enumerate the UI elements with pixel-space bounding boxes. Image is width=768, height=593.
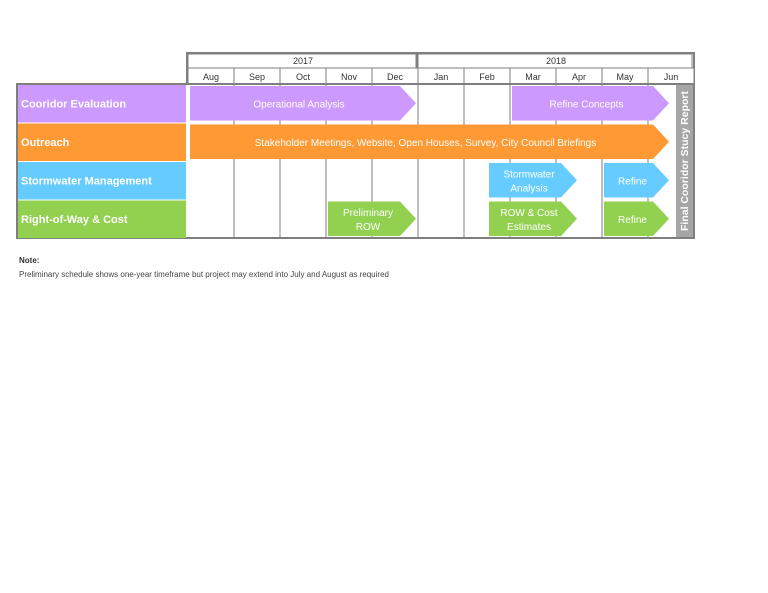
- gantt-chart: 2017 2018 Aug Sep Oct Nov Dec Jan Feb Mar Apr May Ju…: [16, 52, 695, 239]
- task-label: Refine: [618, 176, 647, 187]
- task-label: ROW & Cost: [500, 208, 557, 219]
- month-label: Dec: [387, 72, 404, 82]
- task-label: Operational Analysis: [253, 99, 344, 110]
- task-label: ROW: [356, 222, 381, 233]
- month-label: Feb: [479, 72, 495, 82]
- year-label: 2017: [293, 56, 313, 66]
- month-label: May: [616, 72, 634, 82]
- row-label: Cooridor Evaluation: [21, 98, 126, 110]
- note-text: Preliminary schedule shows one-year time…: [19, 270, 389, 279]
- month-label: Aug: [203, 72, 219, 82]
- task-label: Analysis: [510, 183, 547, 194]
- row-label: Right-of-Way & Cost: [21, 214, 128, 226]
- month-label: Oct: [296, 72, 311, 82]
- year-label: 2018: [546, 56, 566, 66]
- task-label: Stormwater: [503, 169, 555, 180]
- month-label: Sep: [249, 72, 265, 82]
- task-label: Estimates: [507, 222, 551, 233]
- task-label: Stakeholder Meetings, Website, Open Hous…: [255, 138, 596, 149]
- row-label: Outreach: [21, 137, 70, 149]
- month-label: Jan: [434, 72, 449, 82]
- task-label: Refine: [618, 215, 647, 226]
- task-label: Refine Concepts: [550, 99, 624, 110]
- row-label: Stormwater Management: [21, 175, 152, 187]
- month-label: Jun: [664, 72, 679, 82]
- milestone-label: Final Cooridor Stucy Report: [679, 90, 691, 231]
- month-label: Apr: [572, 72, 586, 82]
- month-label: Nov: [341, 72, 358, 82]
- month-label: Mar: [525, 72, 541, 82]
- task-label: Preliminary: [343, 208, 393, 219]
- note-title: Note:: [19, 256, 40, 265]
